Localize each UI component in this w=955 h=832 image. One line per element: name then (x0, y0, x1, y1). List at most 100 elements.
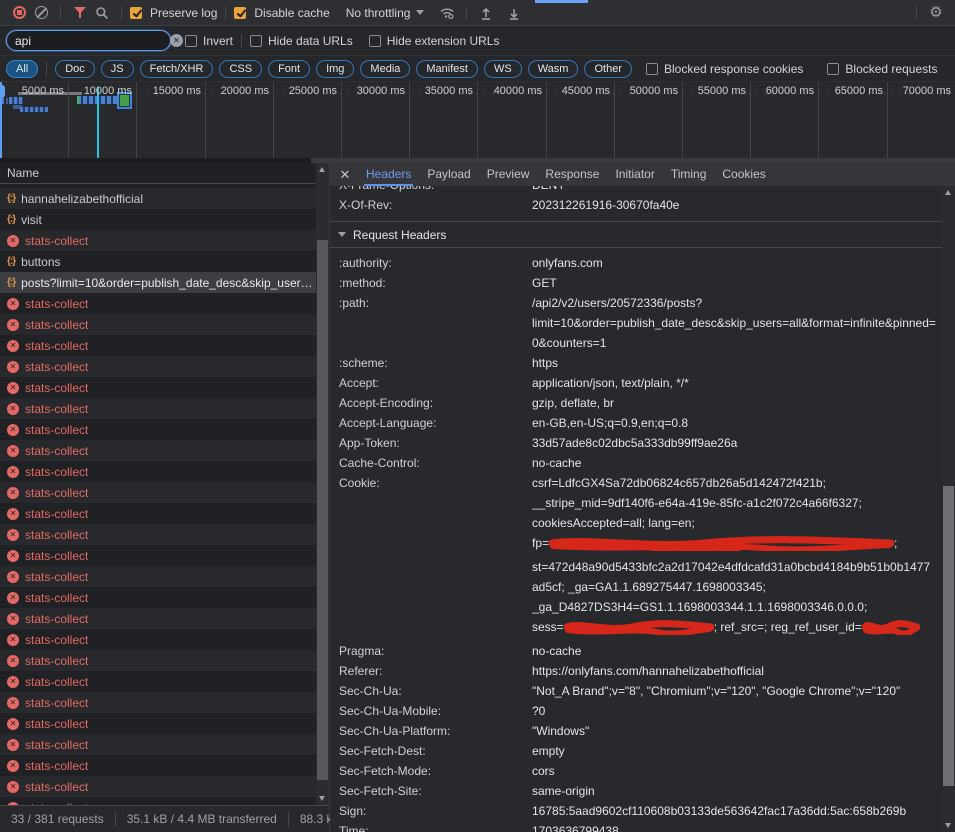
search-button[interactable] (91, 2, 113, 24)
request-name: buttons (21, 255, 60, 269)
name-column-header[interactable]: Name (0, 163, 317, 184)
filter-pill-doc[interactable]: Doc (55, 60, 95, 78)
request-row[interactable]: {:}hannahelizabethofficial (0, 188, 316, 209)
record-network-log-button[interactable] (8, 2, 30, 24)
header-value: 16785:5aad9602cf110608b03133de563642fac1… (532, 801, 942, 821)
network-conditions-button[interactable] (436, 2, 458, 24)
scroll-down-icon[interactable] (319, 796, 325, 801)
request-row[interactable]: ✕stats-collect (0, 629, 316, 650)
request-row[interactable]: ✕stats-collect (0, 440, 316, 461)
failed-request-icon: ✕ (7, 718, 19, 730)
failed-request-icon: ✕ (7, 361, 19, 373)
hide-extension-urls-checkbox[interactable]: Hide extension URLs (369, 34, 500, 48)
request-row[interactable]: {:}posts?limit=10&order=publish_date_des… (0, 272, 316, 293)
header-row: App-Token:33d57ade8c02dbc5a333db99ff9ae2… (330, 433, 942, 453)
scroll-down-icon[interactable] (945, 823, 951, 828)
overview-time-label: 5000 ms (0, 85, 64, 97)
request-row[interactable]: ✕stats-collect (0, 566, 316, 587)
invert-checkbox[interactable]: Invert (185, 34, 233, 48)
request-row[interactable]: ✕stats-collect (0, 293, 316, 314)
filter-toggle-button[interactable] (69, 2, 91, 24)
tab-cookies[interactable]: Cookies (714, 163, 773, 186)
request-row[interactable]: ✕stats-collect (0, 545, 316, 566)
header-row: Sec-Fetch-Site:same-origin (330, 781, 942, 801)
request-row[interactable]: ✕stats-collect (0, 482, 316, 503)
request-list-scrollbar[interactable] (316, 163, 329, 805)
request-row[interactable]: ✕stats-collect (0, 524, 316, 545)
tab-payload[interactable]: Payload (419, 163, 478, 186)
cookie-text: _ga_D4827DS3H4=GS1.1.1698003344.1.1.1698… (532, 600, 867, 614)
request-row[interactable]: ✕stats-collect (0, 503, 316, 524)
scrollbar-thumb[interactable] (317, 240, 328, 780)
clear-network-log-button[interactable] (30, 2, 52, 24)
filter-pill-css[interactable]: CSS (219, 60, 262, 78)
details-scrollbar[interactable] (942, 186, 955, 832)
more-filters-checkbox-1[interactable]: Blocked response cookies (646, 62, 803, 76)
header-row: Accept:application/json, text/plain, */* (330, 373, 942, 393)
request-row[interactable]: ✕stats-collect (0, 608, 316, 629)
scrollbar-thumb[interactable] (943, 486, 954, 786)
filter-pill-ws[interactable]: WS (484, 60, 522, 78)
import-har-button[interactable] (475, 2, 497, 24)
network-settings-button[interactable]: ⚙ (925, 2, 947, 24)
request-row[interactable]: ✕stats-collect (0, 755, 316, 776)
tab-timing[interactable]: Timing (663, 163, 715, 186)
scroll-up-icon[interactable] (945, 190, 951, 195)
filter-pill-img[interactable]: Img (316, 60, 354, 78)
filter-pill-wasm[interactable]: Wasm (528, 60, 579, 78)
disable-cache-label: Disable cache (254, 6, 329, 20)
throttling-dropdown[interactable]: No throttling (344, 6, 425, 20)
header-value: no-cache (532, 453, 942, 473)
header-row: :method:GET (330, 273, 942, 293)
request-name: init (21, 184, 36, 185)
clear-filter-icon[interactable]: ✕ (170, 34, 183, 47)
request-row[interactable]: ✕stats-collect (0, 230, 316, 251)
preserve-log-checkbox[interactable]: Preserve log (130, 6, 217, 20)
filter-pill-js[interactable]: JS (101, 60, 134, 78)
request-row[interactable]: {:}buttons (0, 251, 316, 272)
request-row[interactable]: ✕stats-collect (0, 398, 316, 419)
header-name: Cache-Control: (339, 453, 532, 473)
request-row[interactable]: ✕stats-collect (0, 461, 316, 482)
header-name: App-Token: (339, 433, 532, 453)
request-row[interactable]: {:}visit (0, 209, 316, 230)
header-row: Accept-Language:en-GB,en-US;q=0.9,en;q=0… (330, 413, 942, 433)
request-row[interactable]: ✕stats-collect (0, 734, 316, 755)
request-name: stats-collect (25, 465, 88, 479)
header-row: Sec-Ch-Ua-Mobile:?0 (330, 701, 942, 721)
request-row[interactable]: ✕stats-collect (0, 797, 316, 805)
filter-pill-manifest[interactable]: Manifest (416, 60, 478, 78)
tab-preview[interactable]: Preview (479, 163, 538, 186)
tab-headers[interactable]: Headers (358, 163, 419, 186)
disable-cache-checkbox[interactable]: Disable cache (234, 6, 329, 20)
request-row[interactable]: ✕stats-collect (0, 671, 316, 692)
tab-response[interactable]: Response (537, 163, 607, 186)
more-filters-checkbox-2[interactable]: Blocked requests (827, 62, 937, 76)
filter-pill-font[interactable]: Font (268, 60, 310, 78)
request-row[interactable]: ✕stats-collect (0, 650, 316, 671)
request-row[interactable]: ✕stats-collect (0, 587, 316, 608)
request-row[interactable]: ✕stats-collect (0, 776, 316, 797)
export-har-button[interactable] (503, 2, 525, 24)
header-value: https://onlyfans.com/hannahelizabethoffi… (532, 661, 942, 681)
request-row[interactable]: ✕stats-collect (0, 692, 316, 713)
filter-pill-all[interactable]: All (6, 60, 38, 78)
request-row[interactable]: ✕stats-collect (0, 335, 316, 356)
request-row[interactable]: ✕stats-collect (0, 419, 316, 440)
header-value: application/json, text/plain, */* (532, 373, 942, 393)
transferred-size: 35.1 kB / 4.4 MB transferred (118, 812, 286, 826)
request-row[interactable]: ✕stats-collect (0, 356, 316, 377)
request-row[interactable]: ✕stats-collect (0, 314, 316, 335)
filter-input[interactable] (15, 34, 170, 48)
close-details-button[interactable]: ✕ (332, 167, 358, 183)
request-headers-section[interactable]: Request Headers (330, 221, 942, 248)
scroll-up-icon[interactable] (319, 167, 325, 172)
filter-pill-media[interactable]: Media (360, 60, 410, 78)
filter-pill-other[interactable]: Other (584, 60, 632, 78)
overview-timeline[interactable]: 5000 ms10000 ms15000 ms20000 ms25000 ms3… (0, 82, 955, 158)
filter-pill-fetch-xhr[interactable]: Fetch/XHR (140, 60, 214, 78)
request-row[interactable]: ✕stats-collect (0, 377, 316, 398)
request-row[interactable]: ✕stats-collect (0, 713, 316, 734)
hide-data-urls-checkbox[interactable]: Hide data URLs (250, 34, 353, 48)
tab-initiator[interactable]: Initiator (607, 163, 662, 186)
